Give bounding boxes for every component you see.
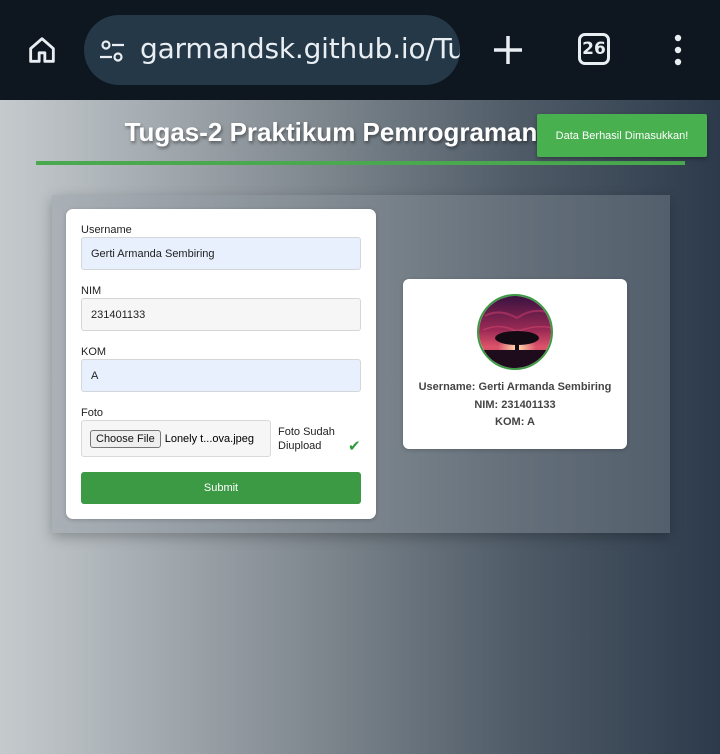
file-input[interactable]: Choose File Lonely t...ova.jpeg	[81, 420, 271, 457]
upload-status: Foto Sudah Diupload	[278, 425, 335, 453]
title-divider	[36, 161, 685, 165]
username-label: Username	[81, 224, 132, 236]
input-form: Username Gerti Armanda Sembiring NIM 231…	[66, 209, 376, 519]
success-toast: Data Berhasil Dimasukkan!	[537, 114, 707, 157]
avatar	[477, 294, 553, 370]
address-bar[interactable]: garmandsk.github.io/Tugas	[84, 15, 460, 85]
profile-card: Username: Gerti Armanda Sembiring NIM: 2…	[403, 279, 627, 449]
file-name: Lonely t...ova.jpeg	[164, 432, 254, 445]
profile-username: Username: Gerti Armanda Sembiring	[418, 381, 612, 393]
nim-label: NIM	[81, 285, 102, 297]
username-field[interactable]: Gerti Armanda Sembiring	[81, 237, 361, 270]
upload-status-line1: Foto Sudah	[278, 426, 335, 438]
nim-field[interactable]: 231401133	[81, 298, 361, 331]
profile-nim: NIM: 231401133	[474, 399, 556, 411]
foto-label: Foto	[81, 407, 104, 419]
tune-icon[interactable]	[98, 37, 126, 65]
profile-kom: KOM: A	[495, 416, 535, 428]
upload-status-line2: Diupload	[278, 440, 322, 452]
check-icon: ✔	[348, 438, 361, 455]
choose-file-button[interactable]: Choose File	[90, 429, 161, 448]
browser-toolbar: garmandsk.github.io/Tugas 26	[0, 0, 720, 100]
home-icon[interactable]	[22, 30, 62, 70]
more-vert-icon[interactable]	[664, 30, 692, 70]
submit-button[interactable]: Submit	[81, 472, 361, 504]
kom-field[interactable]: A	[81, 359, 361, 392]
kom-label: KOM	[81, 346, 107, 358]
url-text[interactable]: garmandsk.github.io/Tugas	[140, 32, 460, 65]
page: Tugas-2 Praktikum Pemrograman Data Berha…	[0, 100, 720, 754]
tabs-icon[interactable]: 26	[578, 33, 610, 65]
plus-icon[interactable]	[488, 30, 528, 70]
